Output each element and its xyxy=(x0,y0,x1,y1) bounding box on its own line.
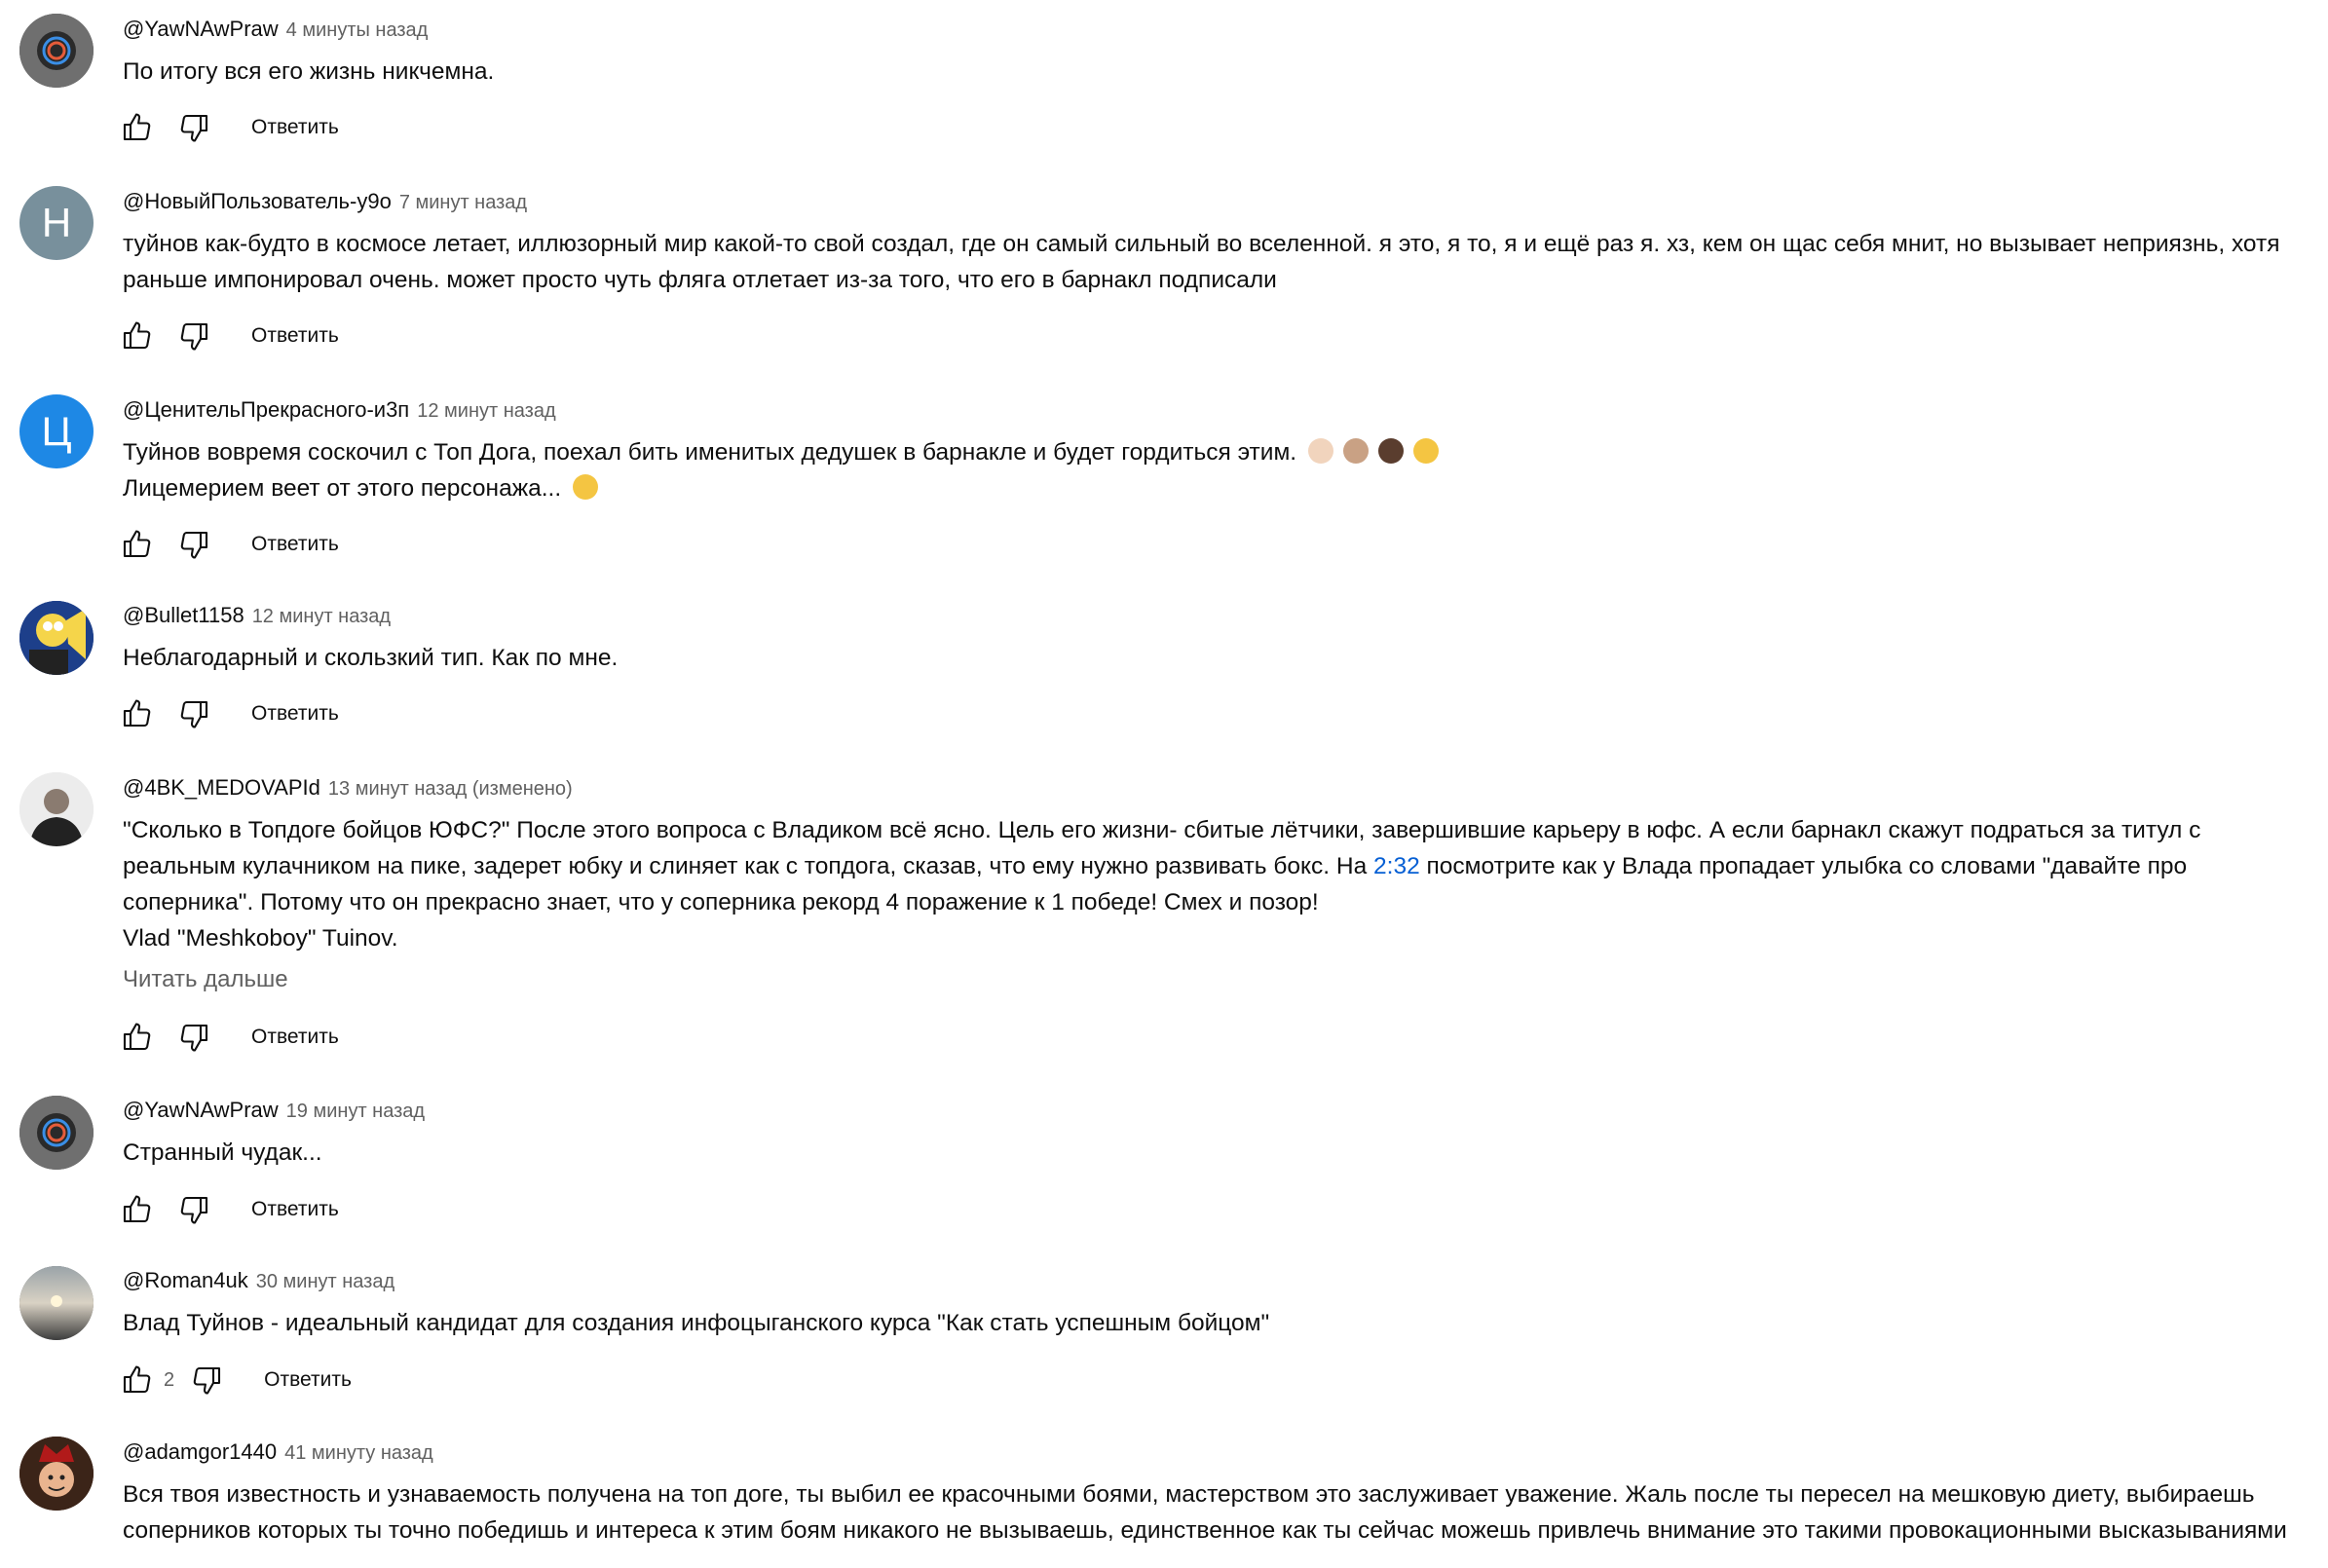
avatar[interactable]: Ц xyxy=(19,394,94,468)
comment-author[interactable]: @4BK_MEDOVAPId xyxy=(123,775,320,800)
cartoon-avatar-icon xyxy=(19,601,94,675)
user-photo-icon xyxy=(19,1437,94,1511)
comment-text: Неблагодарный и скользкий тип. Как по мн… xyxy=(123,645,619,671)
reply-button[interactable]: Ответить xyxy=(247,110,343,145)
reply-button[interactable]: Ответить xyxy=(247,527,343,562)
avatar[interactable] xyxy=(19,1437,94,1511)
avatar[interactable] xyxy=(19,772,94,846)
comment-text-line: Туйнов вовремя соскочил с Топ Дога, поех… xyxy=(123,439,1297,466)
like-button[interactable] xyxy=(117,525,156,564)
comment-author[interactable]: @Roman4uk xyxy=(123,1268,248,1292)
comment-time[interactable]: 41 минуту назад xyxy=(284,1442,433,1464)
old-man-light-emoji xyxy=(1307,438,1333,464)
face-with-monocle-emoji xyxy=(572,474,598,500)
thumb-up-icon xyxy=(119,1020,154,1055)
avatar[interactable] xyxy=(19,1266,94,1340)
dislike-button[interactable] xyxy=(175,1190,214,1229)
old-man-medium-emoji xyxy=(1342,438,1369,464)
comment-time[interactable]: 12 минут назад xyxy=(417,400,555,422)
thumb-up-icon xyxy=(119,110,154,145)
comment-text-line: Лицемерием веет от этого персонажа... xyxy=(123,475,562,502)
reply-button[interactable]: Ответить xyxy=(247,696,343,731)
comment-time[interactable]: 4 минуты назад xyxy=(286,19,429,41)
comment-author[interactable]: @YawNAwPraw xyxy=(123,1098,279,1122)
comment-text: Странный чудак... xyxy=(123,1139,322,1166)
reply-button[interactable]: Ответить xyxy=(247,1020,343,1055)
comment-text: Вся твоя известность и узнаваемость полу… xyxy=(123,1481,2287,1544)
comment-time[interactable]: 13 минут назад (изменено) xyxy=(328,778,573,800)
thumb-down-icon xyxy=(177,1192,212,1227)
comment-author[interactable]: @adamgor1440 xyxy=(123,1439,277,1464)
comment-author[interactable]: @Bullet1158 xyxy=(123,603,244,627)
timestamp-link[interactable]: 2:32 xyxy=(1373,853,1420,879)
thumb-down-icon xyxy=(177,318,212,354)
like-count: 2 xyxy=(164,1368,175,1391)
thumb-down-icon xyxy=(177,527,212,562)
dislike-button[interactable] xyxy=(175,1018,214,1057)
like-button[interactable] xyxy=(117,1190,156,1229)
avatar[interactable] xyxy=(19,601,94,675)
avatar[interactable]: Н xyxy=(19,186,94,260)
avatar[interactable] xyxy=(19,14,94,88)
old-man-dark-emoji xyxy=(1377,438,1404,464)
thumb-up-icon xyxy=(119,527,154,562)
dislike-button[interactable] xyxy=(175,694,214,733)
thumb-down-icon xyxy=(190,1363,225,1398)
comment-text: Туйнов вовремя соскочил с Топ Дога, поех… xyxy=(123,434,2314,506)
reply-button[interactable]: Ответить xyxy=(260,1363,356,1398)
avatar[interactable] xyxy=(19,1096,94,1170)
thumb-down-icon xyxy=(177,110,212,145)
comment-author[interactable]: @НовыйПользователь-у9о xyxy=(123,189,392,213)
comment-time[interactable]: 7 минут назад xyxy=(399,192,527,213)
comment-author[interactable]: @YawNAwPraw xyxy=(123,17,279,41)
viewport-bottom-edge xyxy=(0,1549,2328,1568)
dislike-button[interactable] xyxy=(188,1361,227,1400)
user-photo-icon xyxy=(19,1096,94,1170)
like-button[interactable] xyxy=(117,1361,156,1400)
thumb-up-icon xyxy=(119,1363,154,1398)
thumb-up-icon xyxy=(119,696,154,731)
comment-time[interactable]: 12 минут назад xyxy=(252,606,391,627)
thumb-down-icon xyxy=(177,696,212,731)
old-man-emoji xyxy=(1412,438,1439,464)
like-button[interactable] xyxy=(117,108,156,147)
dislike-button[interactable] xyxy=(175,525,214,564)
user-photo-icon xyxy=(19,772,94,846)
user-photo-icon xyxy=(19,14,94,88)
dislike-button[interactable] xyxy=(175,317,214,355)
comment-text: Влад Туйнов - идеальный кандидат для соз… xyxy=(123,1310,1270,1336)
comment-time[interactable]: 19 минут назад xyxy=(286,1101,425,1122)
reply-button[interactable]: Ответить xyxy=(247,318,343,354)
comment-text: туйнов как-будто в космосе летает, иллюз… xyxy=(123,231,2287,293)
like-button[interactable] xyxy=(117,694,156,733)
comment-text: "Сколько в Топдоге бойцов ЮФС?" После эт… xyxy=(123,812,2314,956)
reply-button[interactable]: Ответить xyxy=(247,1192,343,1227)
thumb-down-icon xyxy=(177,1020,212,1055)
comment-text: По итогу вся его жизнь никчемна. xyxy=(123,58,495,85)
thumb-up-icon xyxy=(119,318,154,354)
user-photo-icon xyxy=(19,1266,94,1340)
comment-author[interactable]: @ЦенительПрекрасного-и3п xyxy=(123,397,409,422)
comment-time[interactable]: 30 минут назад xyxy=(256,1271,394,1292)
like-button[interactable] xyxy=(117,1018,156,1057)
read-more-button[interactable]: Читать дальше xyxy=(123,966,288,993)
like-button[interactable] xyxy=(117,317,156,355)
thumb-up-icon xyxy=(119,1192,154,1227)
dislike-button[interactable] xyxy=(175,108,214,147)
